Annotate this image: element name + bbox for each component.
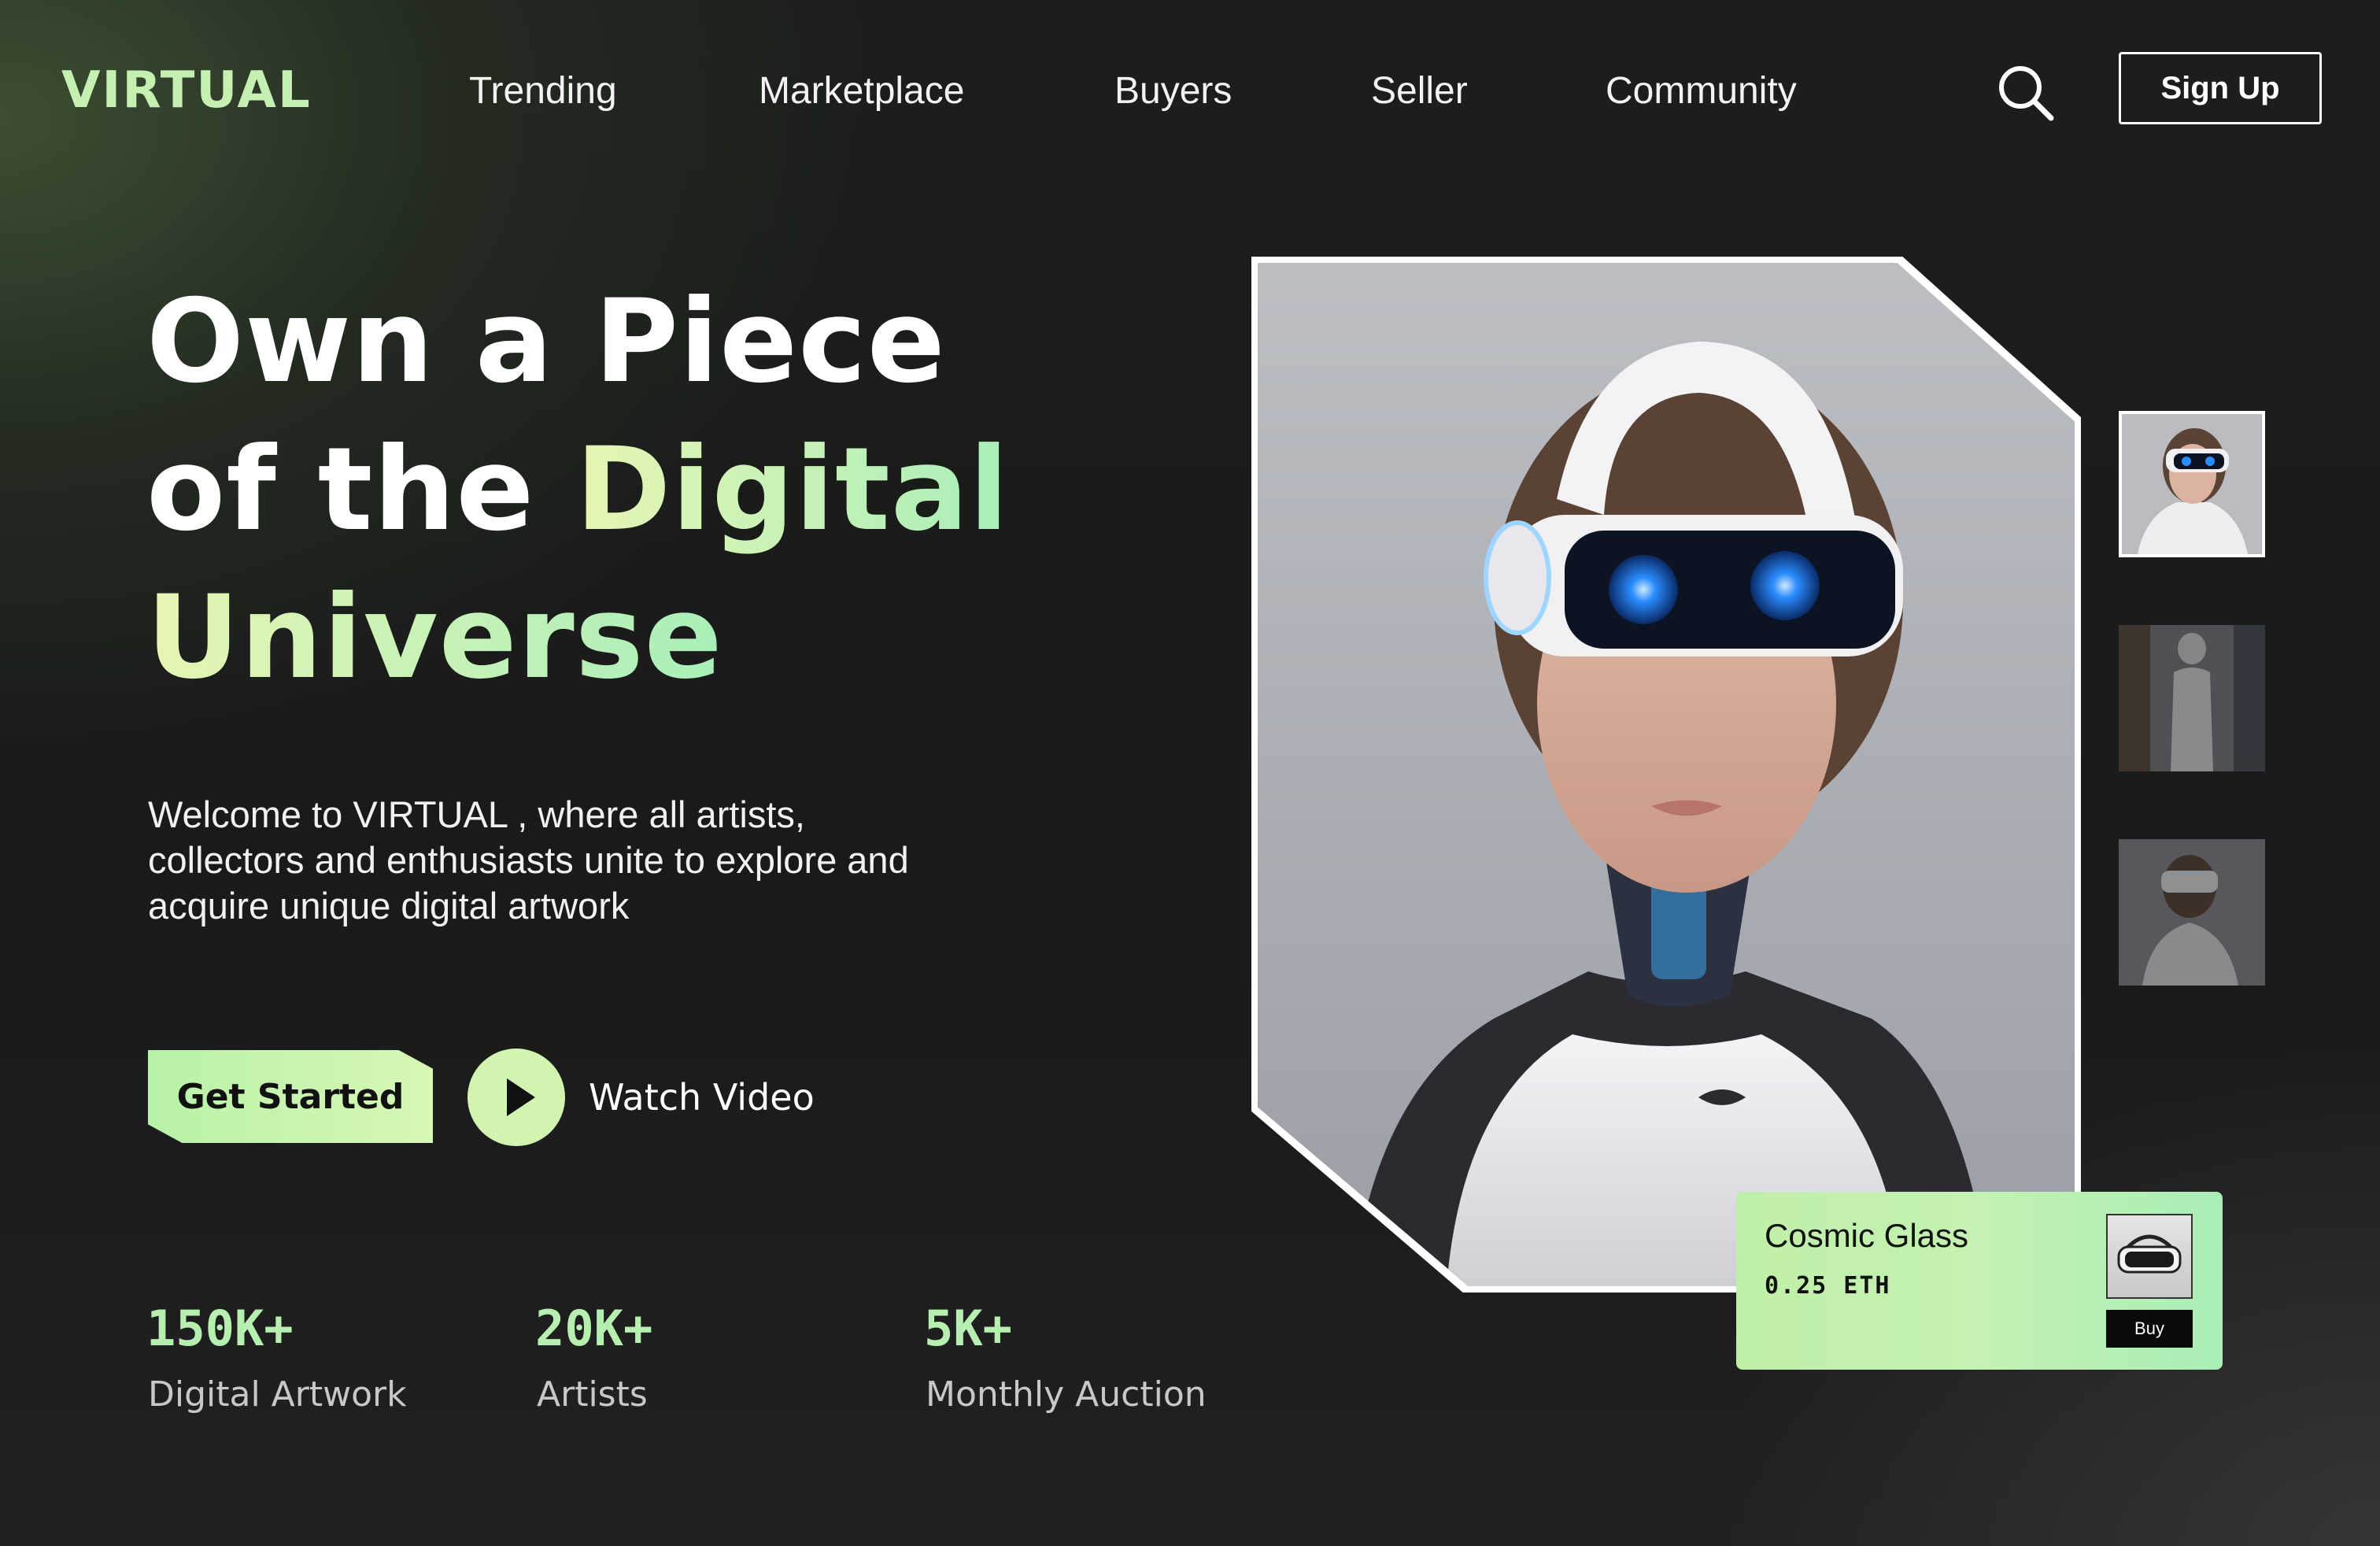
stat-value-monthly-auction: 5K+ xyxy=(924,1300,1012,1357)
gallery-thumbnail-3[interactable] xyxy=(2119,839,2265,986)
product-title: Cosmic Glass xyxy=(1765,1217,1969,1254)
nav-item-community[interactable]: Community xyxy=(1606,60,1797,123)
watch-video-link[interactable]: Watch Video xyxy=(589,1072,815,1123)
headline-line-3: Universe xyxy=(146,564,723,712)
headline-line-2: of the Digital xyxy=(146,416,1009,564)
vr-robot-portrait-thumb xyxy=(2122,414,2262,554)
gallery-thumbnail-1[interactable] xyxy=(2119,411,2265,557)
buy-button[interactable]: Buy xyxy=(2106,1310,2193,1348)
play-icon[interactable] xyxy=(468,1049,565,1146)
headline-line-2-prefix: of the xyxy=(146,423,576,557)
stat-value-artists: 20K+ xyxy=(535,1300,653,1357)
nav-item-marketplace[interactable]: Marketplace xyxy=(759,60,964,123)
stat-value-digital-artwork: 150K+ xyxy=(146,1300,294,1357)
nav-item-seller[interactable]: Seller xyxy=(1371,60,1468,123)
hero-intro-text: Welcome to VIRTUAL , where all artists, … xyxy=(148,793,909,926)
get-started-button[interactable]: Get Started xyxy=(148,1050,433,1143)
search-icon[interactable] xyxy=(1996,63,2056,123)
headline-highlight-digital: Digital xyxy=(575,423,1010,557)
gallery-thumbnail-2[interactable] xyxy=(2119,625,2265,771)
brand-logo[interactable]: VIRTUAL xyxy=(61,55,312,126)
product-card[interactable]: Cosmic Glass 0.25 ETH Buy xyxy=(1736,1192,2223,1370)
headline-line-1: Own a Piece xyxy=(146,275,946,409)
vr-headset-thumb xyxy=(2106,1214,2193,1299)
stat-label-monthly-auction: Monthly Auction xyxy=(926,1374,1207,1415)
featured-artwork-frame xyxy=(1251,257,2081,1293)
vr-robot-fullbody-thumb xyxy=(2119,625,2265,771)
stat-label-artists: Artists xyxy=(537,1374,648,1415)
product-price: 0.25 ETH xyxy=(1765,1272,1891,1300)
stat-label-digital-artwork: Digital Artwork xyxy=(148,1374,407,1415)
robot-woman-vr-headset-image[interactable] xyxy=(1258,263,2075,1286)
nav-item-buyers[interactable]: Buyers xyxy=(1114,60,1232,123)
vr-robot-side-thumb xyxy=(2119,839,2265,986)
sign-up-button[interactable]: Sign Up xyxy=(2119,52,2322,124)
hero-headline: Own a Piece of the Digital Universe xyxy=(146,268,1009,712)
nav-item-trending[interactable]: Trending xyxy=(469,60,617,123)
